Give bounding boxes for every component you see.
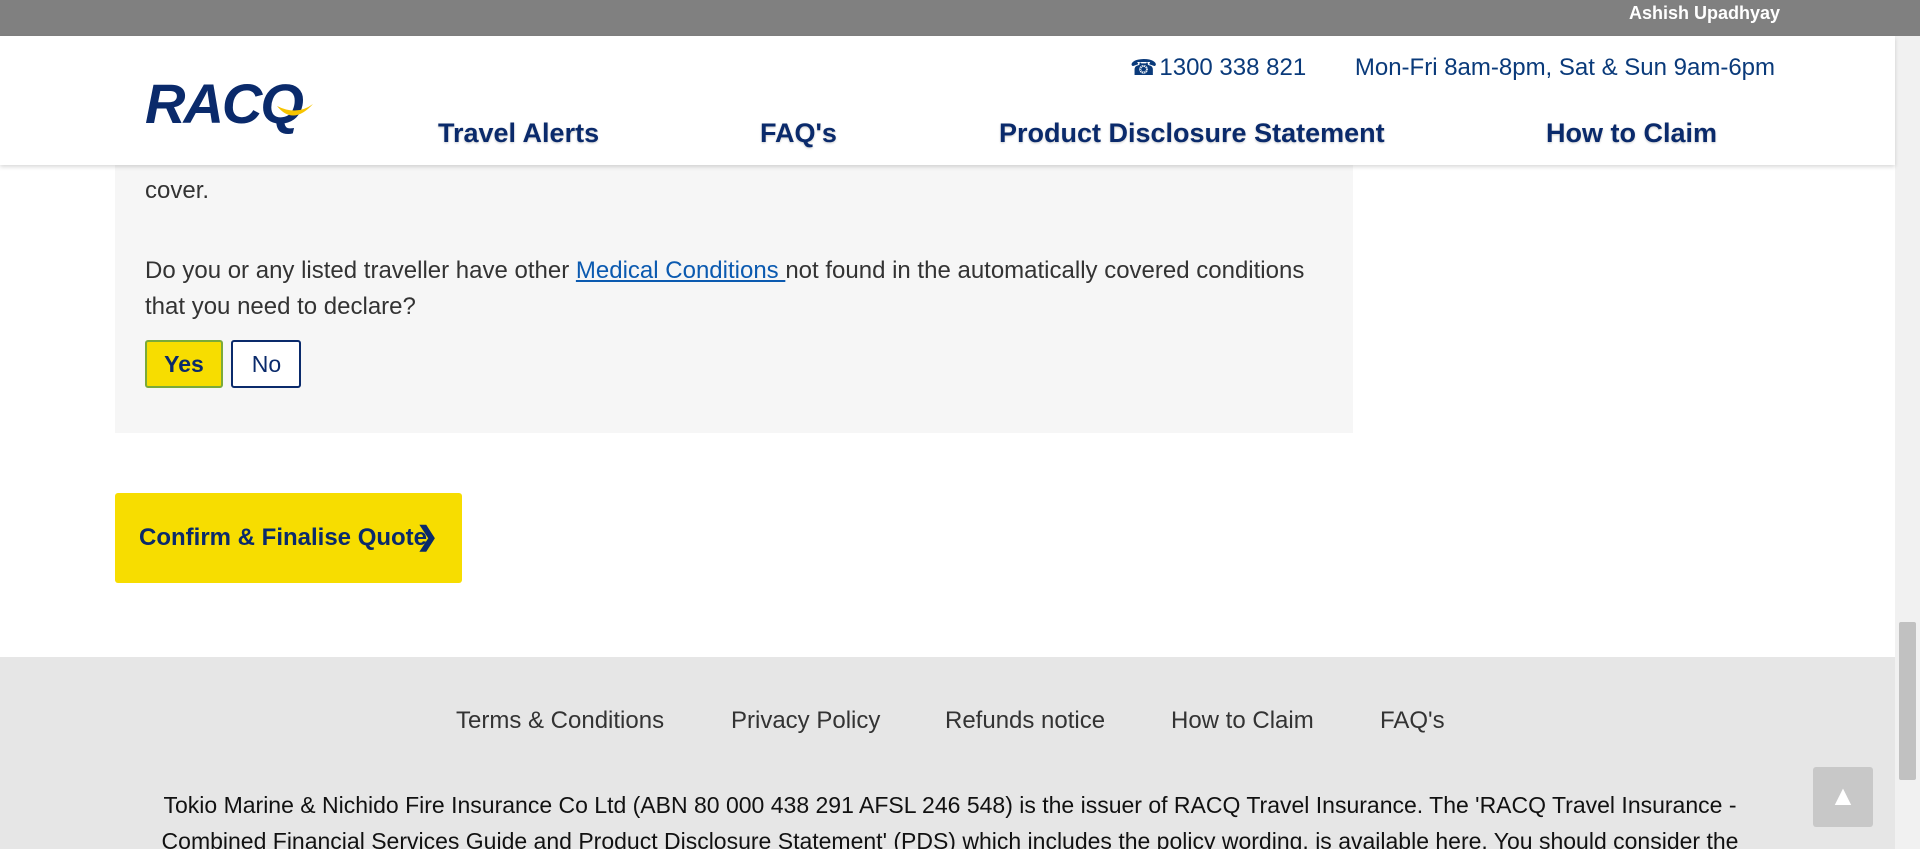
yes-button[interactable]: Yes: [145, 340, 223, 388]
phone-icon: ☎: [1129, 55, 1158, 80]
opening-hours: Mon-Fri 8am-8pm, Sat & Sun 9am-6pm: [1354, 54, 1775, 81]
nav-faqs[interactable]: FAQ's: [760, 118, 837, 149]
contact-info: ☎1300 338 821 Mon-Fri 8am-8pm, Sat & Sun…: [1130, 54, 1775, 82]
page: Ashish Upadhyay RACQ ☎1300 338 821 Mon-F…: [0, 0, 1920, 849]
nav-how-to-claim[interactable]: How to Claim: [1546, 118, 1717, 149]
legal-text: Tokio Marine & Nichido Fire Insurance Co…: [161, 792, 1739, 849]
user-name[interactable]: Ashish Upadhyay: [1629, 2, 1780, 24]
scrollbar-thumb[interactable]: [1899, 622, 1916, 780]
footer-link-refunds[interactable]: Refunds notice: [945, 707, 1105, 735]
phone-number[interactable]: 1300 338 821: [1159, 54, 1306, 81]
page-scrollbar[interactable]: [1895, 36, 1920, 849]
chevron-up-icon: ▲: [1829, 780, 1857, 811]
nav-pds[interactable]: Product Disclosure Statement: [999, 118, 1385, 149]
question-prefix: Do you or any listed traveller have othe…: [145, 257, 576, 284]
medical-conditions-link[interactable]: Medical Conditions: [576, 257, 785, 284]
nav-travel-alerts[interactable]: Travel Alerts: [438, 118, 599, 149]
site-header: RACQ ☎1300 338 821 Mon-Fri 8am-8pm, Sat …: [0, 36, 1895, 165]
footer-link-privacy[interactable]: Privacy Policy: [731, 707, 880, 735]
logo-swoosh-icon: [277, 104, 313, 116]
medical-question: Do you or any listed traveller have othe…: [145, 253, 1325, 325]
confirm-label: Confirm & Finalise Quote: [139, 524, 428, 551]
no-button[interactable]: No: [231, 340, 302, 388]
racq-logo[interactable]: RACQ: [145, 76, 313, 132]
site-footer: Terms & Conditions Privacy Policy Refund…: [0, 657, 1895, 849]
footer-link-faqs[interactable]: FAQ's: [1380, 707, 1445, 735]
medical-conditions-panel: cover. Do you or any listed traveller ha…: [115, 150, 1353, 433]
footer-link-terms[interactable]: Terms & Conditions: [456, 707, 664, 735]
yes-no-toggle: Yes No: [145, 340, 305, 388]
chevron-right-icon: ❯: [416, 521, 438, 551]
confirm-finalise-quote-button[interactable]: Confirm & Finalise Quote ❯: [115, 493, 462, 583]
footer-link-how-to-claim[interactable]: How to Claim: [1171, 707, 1314, 735]
back-to-top-button[interactable]: ▲: [1813, 767, 1873, 827]
cover-text: cover.: [145, 177, 210, 204]
top-bar: Ashish Upadhyay: [0, 0, 1920, 36]
